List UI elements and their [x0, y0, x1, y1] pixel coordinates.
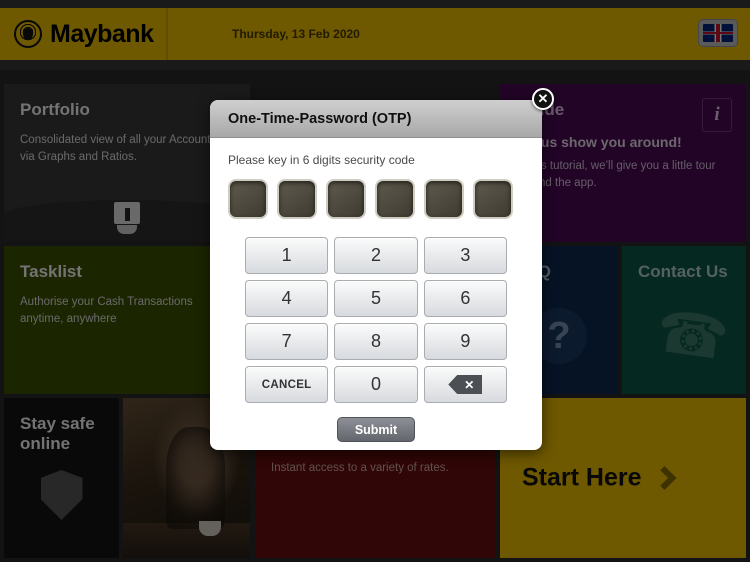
submit-row: Submit [210, 417, 542, 442]
maybank-tiger-logo-icon [14, 20, 42, 48]
language-selector-button[interactable] [698, 19, 738, 47]
chevron-right-icon [651, 465, 677, 491]
tile-tasklist-body: Authorise your Cash Transactions anytime… [20, 296, 193, 325]
otp-digit-6[interactable] [473, 179, 513, 219]
tile-guide-body: In this tutorial, we’ll give you a littl… [516, 160, 716, 189]
backspace-button[interactable]: ✕ [423, 366, 507, 403]
tile-contact-title: Contact Us [638, 262, 728, 281]
otp-digit-2[interactable] [277, 179, 317, 219]
key-2[interactable]: 2 [334, 237, 418, 274]
submit-button[interactable]: Submit [337, 417, 415, 442]
tile-stay-safe-online[interactable]: Stay safe online [4, 398, 119, 558]
tile-portfolio-body: Consolidated view of all your Accounts v… [20, 134, 217, 163]
otp-dialog: ✕ One-Time-Password (OTP) Please key in … [210, 88, 554, 450]
brand-name: Maybank [50, 19, 154, 48]
info-icon: i [702, 98, 732, 132]
key-5[interactable]: 5 [334, 280, 418, 317]
otp-instruction-text: Please key in 6 digits security code [228, 153, 415, 167]
backspace-icon: ✕ [448, 375, 483, 394]
otp-dialog-header: One-Time-Password (OTP) [210, 100, 542, 138]
tile-guide-lead: Let us show you around! [516, 134, 682, 150]
otp-digit-3[interactable] [326, 179, 366, 219]
close-icon[interactable]: ✕ [532, 88, 554, 110]
numeric-keypad: 1 2 3 4 5 6 7 8 9 CANCEL 0 ✕ [245, 237, 507, 403]
key-6[interactable]: 6 [423, 280, 507, 317]
cancel-button[interactable]: CANCEL [245, 366, 329, 403]
chart-monitor-icon [114, 202, 140, 236]
tile-rates-body: Instant access to a variety of rates. [271, 462, 449, 474]
photo-cup [199, 520, 222, 536]
key-9[interactable]: 9 [423, 323, 507, 360]
otp-input-row [228, 179, 542, 219]
tile-contact-us[interactable]: Contact Us ☎ [622, 246, 746, 394]
key-8[interactable]: 8 [334, 323, 418, 360]
otp-digit-1[interactable] [228, 179, 268, 219]
tile-stay-safe-title: Stay safe online [20, 414, 95, 453]
app-header: Maybank Thursday, 13 Feb 2020 [0, 8, 750, 60]
key-0[interactable]: 0 [334, 366, 418, 403]
tile-rates[interactable]: Instant access to a variety of rates. [255, 442, 495, 558]
key-3[interactable]: 3 [423, 237, 507, 274]
brand-logo[interactable]: Maybank [0, 8, 168, 60]
otp-digit-4[interactable] [375, 179, 415, 219]
header-date: Thursday, 13 Feb 2020 [232, 27, 360, 41]
key-1[interactable]: 1 [245, 237, 329, 274]
tile-start-title: Start Here [522, 463, 642, 492]
key-7[interactable]: 7 [245, 323, 329, 360]
otp-digit-5[interactable] [424, 179, 464, 219]
uk-flag-icon [703, 24, 733, 42]
shield-icon [40, 470, 83, 520]
key-4[interactable]: 4 [245, 280, 329, 317]
app-root: Maybank Thursday, 13 Feb 2020 Portfolio … [0, 0, 750, 562]
phone-icon: ☎ [651, 298, 733, 373]
otp-dialog-title: One-Time-Password (OTP) [228, 110, 412, 127]
